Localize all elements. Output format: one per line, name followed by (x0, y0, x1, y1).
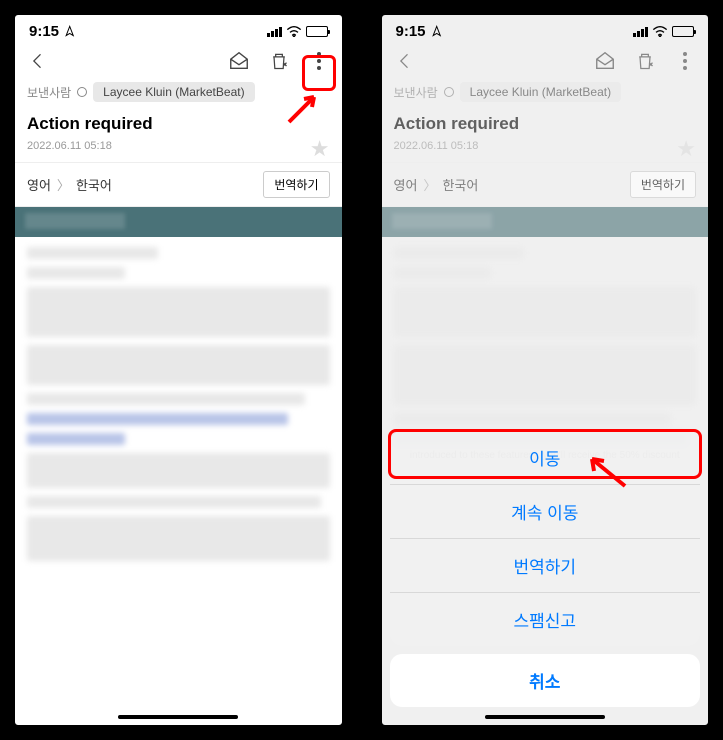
wifi-icon (652, 24, 668, 40)
home-indicator[interactable] (485, 715, 605, 719)
chevron-right-icon: 〉 (423, 175, 436, 194)
mail-open-icon (594, 50, 616, 72)
sender-row: 보낸사람 Laycee Kluin (MarketBeat) (382, 80, 709, 104)
lang-to: 한국어 (442, 175, 478, 194)
sender-chip[interactable]: Laycee Kluin (MarketBeat) (93, 82, 254, 102)
translate-button[interactable]: 번역하기 (263, 171, 329, 198)
lang-from: 영어 (394, 175, 418, 194)
email-header-banner (382, 207, 709, 237)
action-sheet: 이동 계속 이동 번역하기 스팸신고 취소 (382, 431, 709, 725)
star-icon[interactable]: ★ (310, 136, 330, 162)
battery-icon (306, 26, 328, 37)
reply-indicator-icon (77, 87, 87, 97)
battery-icon (672, 26, 694, 37)
signal-icon (267, 27, 282, 37)
status-time: 9:15 (396, 23, 426, 40)
sender-row: 보낸사람 Laycee Kluin (MarketBeat) (15, 80, 342, 104)
reply-indicator-icon (444, 87, 454, 97)
email-body[interactable] (15, 207, 342, 725)
email-header-banner (15, 207, 342, 237)
sender-label: 보낸사람 (27, 84, 71, 101)
email-date: 2022.06.11 05:18 (382, 140, 491, 158)
status-time: 9:15 (29, 23, 59, 40)
more-menu-button (674, 50, 696, 72)
trash-icon[interactable] (268, 50, 290, 72)
translate-bar: 영어 〉 한국어 번역하기 (382, 162, 709, 207)
mail-open-icon[interactable] (228, 50, 250, 72)
lang-to[interactable]: 한국어 (76, 175, 112, 194)
email-date: 2022.06.11 05:18 (15, 140, 124, 158)
sheet-item-keep-moving[interactable]: 계속 이동 (390, 485, 701, 539)
action-sheet-group: 이동 계속 이동 번역하기 스팸신고 (390, 431, 701, 646)
phone-left: 9:15 (10, 10, 347, 730)
sender-chip: Laycee Kluin (MarketBeat) (460, 82, 621, 102)
nav-bar (15, 44, 342, 80)
back-button[interactable] (27, 50, 49, 72)
chevron-right-icon: 〉 (57, 175, 70, 194)
sheet-item-translate[interactable]: 번역하기 (390, 539, 701, 593)
status-bar: 9:15 (382, 15, 709, 44)
sheet-item-spam[interactable]: 스팸신고 (390, 593, 701, 646)
location-icon (427, 23, 444, 40)
nav-bar (382, 44, 709, 80)
trash-icon (634, 50, 656, 72)
sender-label: 보낸사람 (394, 84, 438, 101)
translate-bar: 영어 〉 한국어 번역하기 (15, 162, 342, 207)
phone-right: 9:15 보낸사람 (377, 10, 714, 730)
email-subject: Action required (27, 114, 153, 134)
wifi-icon (286, 24, 302, 40)
status-bar: 9:15 (15, 15, 342, 44)
translate-button: 번역하기 (630, 171, 696, 198)
email-subject: Action required (394, 114, 520, 134)
back-button (394, 50, 416, 72)
sheet-item-move[interactable]: 이동 (390, 431, 701, 485)
location-icon (61, 23, 78, 40)
signal-icon (633, 27, 648, 37)
star-icon: ★ (676, 136, 696, 162)
more-menu-button[interactable] (308, 50, 330, 72)
lang-from[interactable]: 영어 (27, 175, 51, 194)
home-indicator[interactable] (118, 715, 238, 719)
sheet-cancel-button[interactable]: 취소 (390, 654, 701, 707)
